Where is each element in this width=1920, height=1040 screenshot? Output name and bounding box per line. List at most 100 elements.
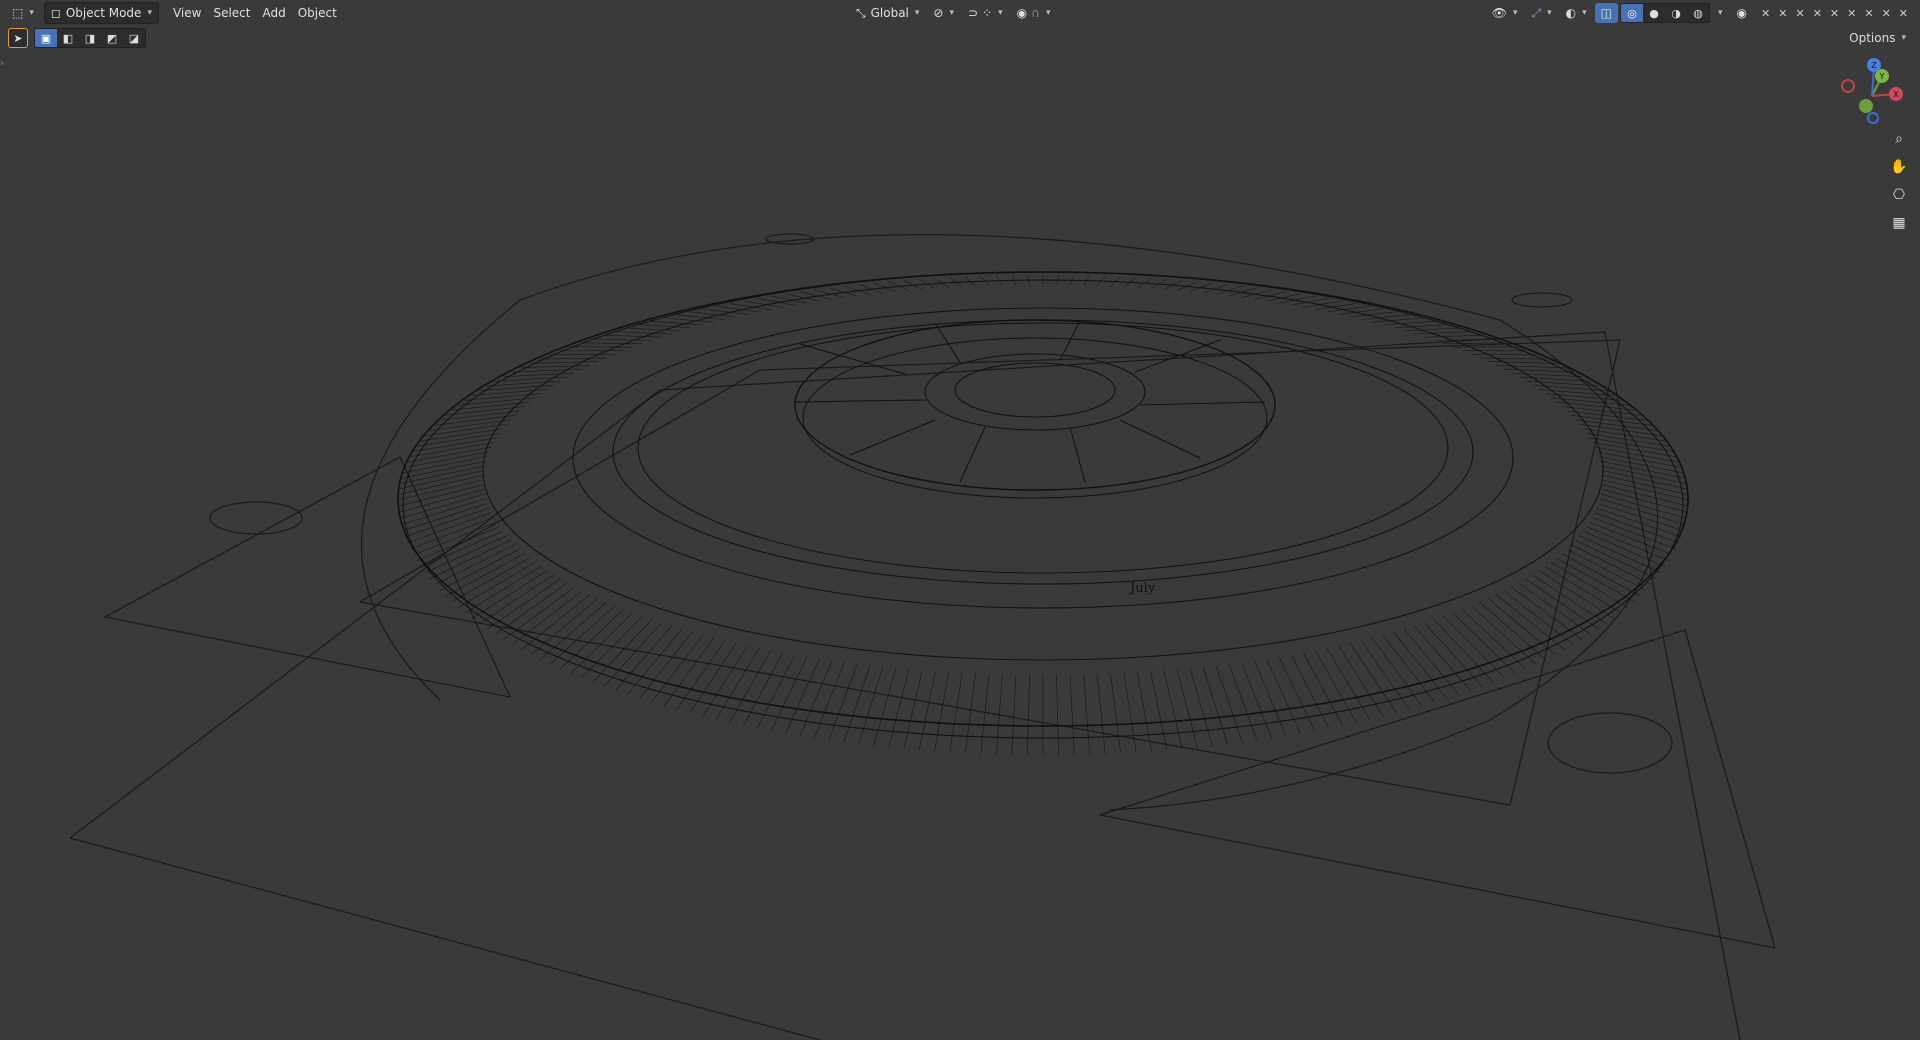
disk-tick — [1470, 354, 1537, 356]
disk-tick — [702, 645, 748, 717]
disk-tick — [420, 530, 503, 568]
disk-tick — [1602, 475, 1688, 495]
disk-tick — [1589, 521, 1673, 556]
disk-tick — [1600, 498, 1686, 525]
restrict-toggle-icon[interactable]: ✕ — [1830, 7, 1839, 20]
viewport-3d[interactable]: July — [0, 26, 1920, 1040]
disk-tick — [651, 634, 704, 703]
gizmo-toggle[interactable]: ⤢ ▾ — [1526, 3, 1558, 23]
pivot-icon: ⊘ — [933, 6, 944, 20]
menu-select[interactable]: Select — [207, 3, 256, 23]
disk-tick — [540, 357, 607, 360]
disk-tick — [1096, 674, 1106, 754]
disk-tick — [1479, 601, 1547, 660]
mode-dropdown[interactable]: ◻ Object Mode ▾ — [43, 2, 159, 24]
disk-tick — [549, 605, 616, 665]
disk-tick — [1404, 327, 1459, 332]
shading-rendered-icon[interactable]: ◍ — [1687, 4, 1709, 22]
view3d-icon: ⬚ — [12, 6, 24, 20]
disk-tick — [1011, 674, 1017, 755]
disk-tick — [407, 446, 492, 463]
disk-tick — [409, 517, 494, 550]
visibility-icon: 👁 — [1491, 6, 1507, 20]
disk-tick — [539, 601, 607, 660]
disk-tick — [503, 586, 575, 640]
disk-tick — [494, 582, 568, 635]
disk-tick — [651, 320, 704, 326]
disk-tick — [1360, 640, 1410, 711]
transform-orientation-dropdown[interactable]: ⤡ Global ▾ — [850, 3, 925, 23]
disk-tick — [1470, 605, 1537, 665]
disk-tick — [399, 465, 485, 484]
disk-tick — [1349, 642, 1397, 714]
disk-tick — [1443, 342, 1505, 345]
disk-tick — [479, 574, 554, 625]
disk-tick — [1594, 446, 1679, 463]
disk-tick — [1123, 672, 1137, 753]
disk-tick — [1056, 674, 1059, 755]
restrict-toggle-icon[interactable]: ✕ — [1899, 7, 1908, 20]
disk-tick — [1518, 582, 1592, 635]
restrict-toggle-icon[interactable]: ✕ — [1882, 7, 1891, 20]
xray-toggle[interactable]: ◫ — [1594, 3, 1619, 23]
disk-tick — [1579, 535, 1662, 574]
disk-tick — [445, 553, 525, 597]
menu-add[interactable]: Add — [256, 3, 291, 23]
shading-wireframe-icon[interactable]: ◎ — [1621, 4, 1644, 22]
proportional-toggle[interactable]: ◉ ∩ ▾ — [1011, 3, 1057, 23]
disk-tick — [873, 668, 897, 747]
menu-object[interactable]: Object — [292, 3, 343, 23]
disk-tick — [413, 521, 497, 556]
xray-icon: ◫ — [1600, 6, 1613, 20]
eye-icon-button[interactable]: ◉ — [1731, 3, 1753, 23]
disk-tick — [1382, 634, 1435, 703]
wire-frame-inner — [359, 339, 1621, 806]
disk-tick — [1393, 631, 1448, 699]
disk-tick — [1601, 493, 1687, 519]
restrict-toggle-icon[interactable]: ✕ — [1761, 7, 1770, 20]
restrict-toggle-icon[interactable]: ✕ — [1795, 7, 1804, 20]
disk-tick — [980, 674, 990, 754]
restrict-toggle-icon[interactable]: ✕ — [1847, 7, 1856, 20]
disk-tick — [603, 622, 662, 687]
restrict-toggle-icon[interactable]: ✕ — [1864, 7, 1873, 20]
menu-view[interactable]: View — [167, 3, 207, 23]
restrict-toggle-icon[interactable]: ✕ — [1813, 7, 1822, 20]
disk-tick — [1163, 670, 1183, 750]
disk-tick — [1083, 674, 1090, 755]
orientation-icon: ⤡ — [856, 5, 866, 20]
disk-tick — [638, 631, 693, 699]
disk-tick — [1338, 645, 1384, 717]
disk-tick — [399, 493, 485, 519]
visibility-dropdown[interactable]: 👁 ▾ — [1486, 3, 1524, 23]
disk-tick — [397, 479, 484, 501]
disk-tick — [1602, 470, 1688, 490]
disk-tick — [592, 338, 652, 341]
restrict-toggle-icon[interactable]: ✕ — [1778, 7, 1787, 20]
object-mode-icon: ◻ — [50, 6, 61, 20]
disk-tick — [949, 672, 963, 753]
disk-tick — [828, 663, 858, 741]
wire-small-disc — [1511, 292, 1573, 308]
disk-tick — [1382, 320, 1435, 326]
shading-solid-icon[interactable]: ● — [1643, 4, 1665, 22]
shading-mode-group: ◎ ● ◑ ◍ — [1620, 3, 1711, 23]
editor-type-button[interactable]: ⬚ ▾ — [6, 3, 40, 23]
pivot-dropdown[interactable]: ⊘ ▾ — [927, 3, 960, 23]
disk-tick — [521, 594, 591, 651]
overlay-toggle[interactable]: ◐ ▾ — [1560, 3, 1593, 23]
disk-tick — [1202, 666, 1228, 745]
wire-frame-outer-bottom — [69, 837, 821, 1040]
shading-options-dropdown[interactable]: ▾ — [1712, 3, 1729, 23]
disk-tick — [404, 451, 489, 468]
magnet-icon: ⊃ — [968, 6, 979, 20]
snap-toggle[interactable]: ⊃ ⁘ ▾ — [962, 3, 1009, 23]
disk-tick — [1424, 622, 1483, 687]
disk-tick — [549, 354, 616, 356]
disk-tick — [1189, 668, 1213, 747]
disk-tick — [615, 625, 672, 692]
wire-small-disc — [1547, 712, 1673, 774]
disk-tick — [434, 544, 515, 585]
shading-material-icon[interactable]: ◑ — [1665, 4, 1687, 22]
disk-tick — [676, 640, 726, 711]
